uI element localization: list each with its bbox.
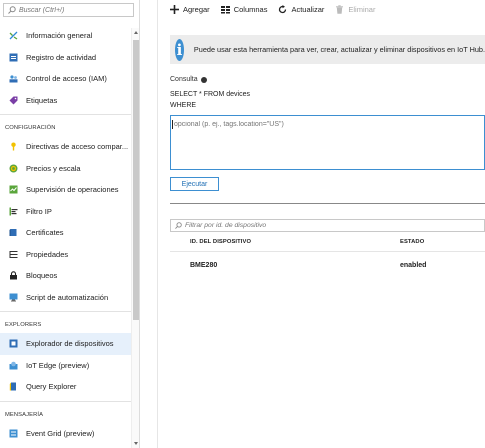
query-label-text: Consulta bbox=[170, 76, 198, 83]
info-banner-text: Puede usar esta herramienta para ver, cr… bbox=[193, 45, 485, 54]
overview-icon bbox=[9, 31, 18, 40]
menu-item-iot-edge[interactable]: IoT Edge (preview) bbox=[0, 355, 131, 377]
search-icon bbox=[8, 6, 16, 14]
menu-item-label: Query Explorer bbox=[26, 382, 77, 392]
query-select-text: SELECT * FROM devices bbox=[170, 91, 251, 98]
add-button-label: Agregar bbox=[183, 4, 210, 14]
menu-item-ip-filter[interactable]: Filtro IP bbox=[0, 201, 131, 223]
command-bar: Agregar Columnas Actualizar Eliminar bbox=[170, 3, 386, 15]
menu-item-label: Etiquetas bbox=[26, 95, 58, 105]
device-filter-input[interactable] bbox=[185, 222, 475, 229]
menu-item-label: Control de acceso (IAM) bbox=[26, 74, 107, 84]
text-cursor bbox=[172, 120, 173, 129]
refresh-button[interactable]: Actualizar bbox=[278, 4, 325, 14]
menu-item-tags[interactable]: Etiquetas bbox=[0, 90, 131, 112]
iot-edge-icon bbox=[9, 361, 18, 370]
column-header-status[interactable]: ESTADO bbox=[400, 239, 424, 245]
event-grid-icon bbox=[9, 429, 18, 438]
automation-script-icon bbox=[9, 293, 18, 302]
menu-item-iam[interactable]: Control de acceso (IAM) bbox=[0, 68, 131, 90]
delete-button-label: Eliminar bbox=[348, 4, 376, 14]
info-small-icon[interactable] bbox=[200, 76, 207, 83]
menu-item-label: Supervisión de operaciones bbox=[26, 185, 119, 195]
menu-item-label: Bloqueos bbox=[26, 271, 58, 281]
menu-item-query-explorer[interactable]: Query Explorer bbox=[0, 376, 131, 398]
menu-item-automation-script[interactable]: Script de automatización bbox=[0, 287, 131, 309]
pricing-icon bbox=[9, 164, 18, 173]
query-explorer-icon bbox=[9, 382, 18, 391]
where-input[interactable] bbox=[174, 121, 481, 164]
columns-button-label: Columnas bbox=[233, 4, 268, 14]
menu-item-pricing[interactable]: Precios y escala bbox=[0, 158, 131, 180]
query-where-text: WHERE bbox=[170, 102, 197, 109]
menu-item-label: Event Grid (preview) bbox=[26, 428, 95, 438]
scrollbar-thumb[interactable] bbox=[133, 40, 139, 320]
query-label: Consulta bbox=[170, 76, 207, 83]
info-icon: i bbox=[175, 38, 184, 61]
menu-item-overview[interactable]: Información general bbox=[0, 25, 131, 47]
menu-item-locks[interactable]: Bloqueos bbox=[0, 265, 131, 287]
menu-item-certificates[interactable]: Certificates bbox=[0, 222, 131, 244]
scroll-up-icon[interactable] bbox=[134, 31, 138, 34]
columns-button[interactable]: Columnas bbox=[220, 4, 268, 14]
menu-item-label: Certificates bbox=[26, 228, 64, 238]
device-explorer-icon bbox=[9, 339, 18, 348]
key-icon bbox=[9, 142, 18, 151]
menu-item-operations-monitoring[interactable]: Supervisión de operaciones bbox=[0, 179, 131, 201]
menu-item-label: Registro de actividad bbox=[26, 52, 97, 62]
menu-item-device-explorer[interactable]: Explorador de dispositivos bbox=[0, 333, 131, 355]
where-box[interactable] bbox=[170, 115, 485, 170]
panel-divider bbox=[157, 0, 158, 448]
trash-icon bbox=[335, 4, 344, 14]
menu-item-event-grid[interactable]: Event Grid (preview) bbox=[0, 423, 131, 445]
search-box[interactable] bbox=[3, 3, 134, 17]
activity-log-icon bbox=[9, 53, 18, 62]
query-separator bbox=[170, 203, 485, 204]
device-id-cell[interactable]: BME280 bbox=[190, 262, 217, 269]
delete-button[interactable]: Eliminar bbox=[335, 5, 375, 14]
menu-item-label: Precios y escala bbox=[26, 163, 81, 173]
resource-menu: Información general Registro de activida… bbox=[0, 0, 140, 448]
refresh-button-label: Actualizar bbox=[291, 4, 325, 14]
menu-item-label: Explorador de dispositivos bbox=[26, 339, 114, 349]
menu-item-activity-log[interactable]: Registro de actividad bbox=[0, 47, 131, 69]
iam-icon bbox=[9, 74, 18, 83]
ip-filter-icon bbox=[9, 207, 18, 216]
columns-icon bbox=[220, 5, 230, 14]
lock-icon bbox=[9, 271, 18, 280]
properties-icon bbox=[9, 250, 18, 259]
menu-item-label: Propiedades bbox=[26, 249, 69, 259]
header-divider bbox=[170, 251, 485, 252]
menu-item-label: Script de automatización bbox=[26, 292, 109, 302]
status-cell: enabled bbox=[400, 262, 427, 269]
execute-button[interactable]: Ejecutar bbox=[170, 177, 219, 191]
section-header-config: CONFIGURACIÓN bbox=[0, 114, 131, 136]
menu-list: Información general Registro de activida… bbox=[0, 25, 131, 444]
add-button[interactable]: Agregar bbox=[170, 4, 210, 14]
sidebar-scrollbar[interactable] bbox=[131, 28, 139, 448]
menu-item-label: Directivas de acceso compar... bbox=[26, 142, 129, 152]
menu-item-label: Información general bbox=[26, 31, 93, 41]
info-banner: i Puede usar esta herramienta para ver, … bbox=[170, 35, 485, 64]
scroll-down-icon[interactable] bbox=[134, 442, 138, 445]
search-icon bbox=[175, 222, 182, 229]
column-header-device-id[interactable]: ID. DEL DISPOSITIVO bbox=[190, 239, 251, 245]
section-header-explorers: EXPLORERS bbox=[0, 311, 131, 333]
device-filter-box[interactable] bbox=[170, 219, 485, 232]
section-header-messaging: MENSAJERÍA bbox=[0, 400, 131, 423]
menu-item-shared-access-policies[interactable]: Directivas de acceso compar... bbox=[0, 136, 131, 158]
menu-item-properties[interactable]: Propiedades bbox=[0, 244, 131, 266]
tag-icon bbox=[9, 96, 18, 105]
menu-item-label: IoT Edge (preview) bbox=[26, 360, 90, 370]
refresh-icon bbox=[278, 4, 287, 14]
certificate-icon bbox=[9, 228, 18, 237]
plus-icon bbox=[170, 4, 179, 14]
search-input[interactable] bbox=[19, 6, 129, 14]
monitoring-icon bbox=[9, 185, 18, 194]
menu-item-label: Filtro IP bbox=[26, 206, 52, 216]
